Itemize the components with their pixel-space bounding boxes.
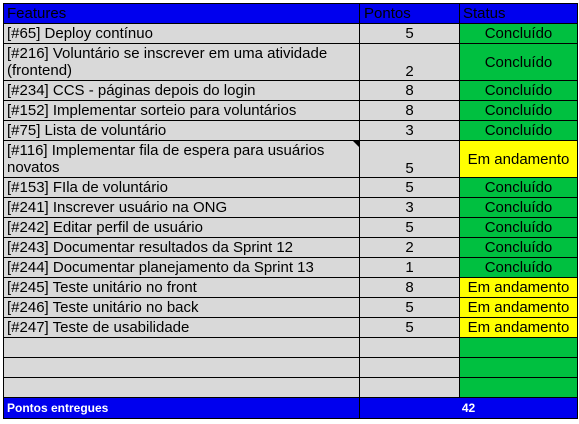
feature-cell[interactable]: [#243] Documentar resultados da Sprint 1…	[3, 237, 360, 258]
header-status[interactable]: Status	[459, 3, 578, 24]
feature-cell-with-comment[interactable]: [#116] Implementar fila de espera para u…	[3, 140, 360, 178]
empty-status-cell[interactable]	[459, 337, 578, 358]
empty-row	[3, 337, 578, 358]
feature-cell[interactable]: [#241] Inscrever usuário na ONG	[3, 197, 360, 218]
table-row: [#247] Teste de usabilidade 5 Em andamen…	[3, 317, 578, 338]
feature-cell[interactable]: [#75] Lista de voluntário	[3, 120, 360, 141]
footer-label[interactable]: Pontos entregues	[3, 397, 360, 419]
empty-cell[interactable]	[359, 337, 460, 358]
header-points[interactable]: Pontos	[359, 3, 460, 24]
table-row: [#234] CCS - páginas depois do login 8 C…	[3, 80, 578, 101]
points-cell[interactable]: 5	[359, 177, 460, 198]
table-row: [#216] Voluntário se inscrever em uma at…	[3, 43, 578, 81]
status-cell[interactable]: Em andamento	[459, 140, 578, 178]
empty-cell[interactable]	[3, 377, 360, 398]
feature-cell[interactable]: [#242] Editar perfil de usuário	[3, 217, 360, 238]
status-cell[interactable]: Concluído	[459, 177, 578, 198]
table-row: [#242] Editar perfil de usuário 5 Conclu…	[3, 217, 578, 238]
feature-cell[interactable]: [#247] Teste de usabilidade	[3, 317, 360, 338]
points-cell[interactable]: 8	[359, 277, 460, 298]
feature-cell[interactable]: [#246] Teste unitário no back	[3, 297, 360, 318]
points-cell[interactable]: 5	[359, 317, 460, 338]
points-cell[interactable]: 8	[359, 80, 460, 101]
footer-row: Pontos entregues 42	[3, 397, 578, 419]
comment-indicator-icon[interactable]	[353, 141, 359, 147]
empty-row	[3, 377, 578, 398]
status-cell[interactable]: Concluído	[459, 197, 578, 218]
status-cell[interactable]: Concluído	[459, 237, 578, 258]
status-cell[interactable]: Em andamento	[459, 297, 578, 318]
feature-cell[interactable]: [#65] Deploy contínuo	[3, 23, 360, 44]
empty-status-cell[interactable]	[459, 357, 578, 378]
table-row: [#246] Teste unitário no back 5 Em andam…	[3, 297, 578, 318]
feature-cell[interactable]: [#152] Implementar sorteio para voluntár…	[3, 100, 360, 121]
empty-row	[3, 357, 578, 378]
empty-cell[interactable]	[3, 337, 360, 358]
points-cell[interactable]: 5	[359, 140, 460, 178]
empty-cell[interactable]	[359, 377, 460, 398]
feature-cell[interactable]: [#244] Documentar planejamento da Sprint…	[3, 257, 360, 278]
status-cell[interactable]: Em andamento	[459, 317, 578, 338]
header-row: Features Pontos Status	[3, 3, 578, 24]
table-row: [#244] Documentar planejamento da Sprint…	[3, 257, 578, 278]
feature-cell[interactable]: [#153] FIla de voluntário	[3, 177, 360, 198]
table-row: [#75] Lista de voluntário 3 Concluído	[3, 120, 578, 141]
points-cell[interactable]: 5	[359, 23, 460, 44]
points-cell[interactable]: 8	[359, 100, 460, 121]
table-row: [#153] FIla de voluntário 5 Concluído	[3, 177, 578, 198]
table-row: [#245] Teste unitário no front 8 Em anda…	[3, 277, 578, 298]
points-cell[interactable]: 1	[359, 257, 460, 278]
footer-total[interactable]: 42	[359, 397, 578, 419]
features-table: Features Pontos Status [#65] Deploy cont…	[3, 3, 578, 419]
empty-status-cell[interactable]	[459, 377, 578, 398]
status-cell[interactable]: Concluído	[459, 23, 578, 44]
feature-text: [#116] Implementar fila de espera para u…	[7, 142, 325, 176]
points-cell[interactable]: 2	[359, 43, 460, 81]
feature-cell[interactable]: [#245] Teste unitário no front	[3, 277, 360, 298]
table-row: [#152] Implementar sorteio para voluntár…	[3, 100, 578, 121]
points-cell[interactable]: 3	[359, 197, 460, 218]
points-cell[interactable]: 3	[359, 120, 460, 141]
table-row: [#65] Deploy contínuo 5 Concluído	[3, 23, 578, 44]
points-cell[interactable]: 5	[359, 217, 460, 238]
feature-cell[interactable]: [#234] CCS - páginas depois do login	[3, 80, 360, 101]
feature-cell[interactable]: [#216] Voluntário se inscrever em uma at…	[3, 43, 360, 81]
empty-cell[interactable]	[3, 357, 360, 378]
status-cell[interactable]: Em andamento	[459, 277, 578, 298]
points-cell[interactable]: 5	[359, 297, 460, 318]
status-cell[interactable]: Concluído	[459, 100, 578, 121]
empty-cell[interactable]	[359, 357, 460, 378]
status-cell[interactable]: Concluído	[459, 257, 578, 278]
status-cell[interactable]: Concluído	[459, 217, 578, 238]
table-row: [#241] Inscrever usuário na ONG 3 Conclu…	[3, 197, 578, 218]
table-row: [#116] Implementar fila de espera para u…	[3, 140, 578, 178]
table-row: [#243] Documentar resultados da Sprint 1…	[3, 237, 578, 258]
status-cell[interactable]: Concluído	[459, 43, 578, 81]
points-cell[interactable]: 2	[359, 237, 460, 258]
header-features[interactable]: Features	[3, 3, 360, 24]
status-cell[interactable]: Concluído	[459, 80, 578, 101]
status-cell[interactable]: Concluído	[459, 120, 578, 141]
